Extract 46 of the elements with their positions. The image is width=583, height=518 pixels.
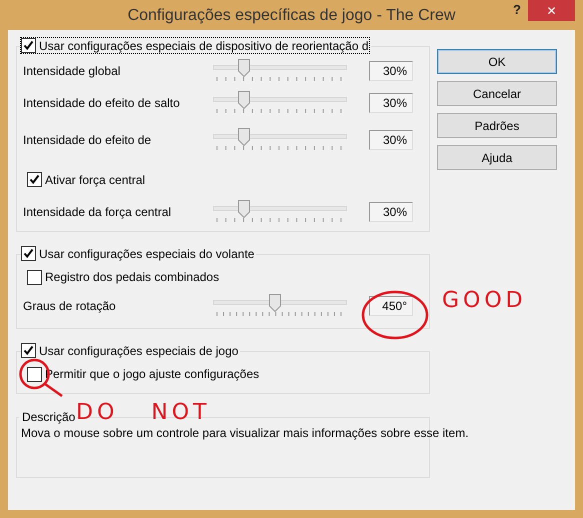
checkbox[interactable]	[21, 246, 36, 261]
slider-label: Intensidade da força central	[23, 205, 172, 219]
checkmark-icon	[23, 40, 34, 51]
checkbox-label: Ativar força central	[45, 172, 146, 186]
slider[interactable]	[213, 128, 347, 152]
slider-label: Intensidade do efeito de	[23, 133, 152, 147]
help-button[interactable]: ?	[513, 2, 521, 17]
slider[interactable]	[213, 58, 347, 82]
checkmark-icon	[23, 345, 34, 356]
window-title: Configurações específicas de jogo - The Crew	[126, 6, 456, 25]
annotation-text: GOOD	[442, 288, 527, 313]
checkbox[interactable]	[21, 38, 36, 53]
checkbox-option[interactable]: Ativar força central	[27, 172, 146, 187]
dialog-button[interactable]: Cancelar	[437, 81, 557, 106]
value-field[interactable]: 450°	[369, 296, 413, 316]
checkmark-icon	[23, 248, 34, 259]
slider-thumb[interactable]	[238, 200, 250, 218]
description-text: Mova o mouse sobre um controle para visualizar mais informações sobre esse item.	[21, 426, 469, 440]
checkbox[interactable]	[27, 270, 42, 284]
close-button[interactable]: ✕	[528, 0, 575, 21]
annotation-circle	[360, 289, 430, 341]
annotation-text: DO NOT	[76, 400, 210, 425]
dialog-button[interactable]: OK	[437, 49, 557, 74]
checkbox[interactable]	[21, 343, 36, 358]
description-title: Descrição	[22, 410, 76, 424]
slider[interactable]	[213, 90, 347, 114]
value-field[interactable]: 30%	[369, 92, 413, 112]
slider-label: Intensidade do efeito de salto	[23, 96, 181, 110]
slider-thumb[interactable]	[238, 128, 250, 146]
slider-label: Intensidade global	[23, 64, 122, 78]
checkbox[interactable]	[27, 366, 42, 382]
slider-thumb[interactable]	[238, 90, 250, 108]
slider[interactable]	[213, 200, 347, 224]
checkbox-label: Registro dos pedais combinados	[45, 270, 220, 284]
checkmark-icon	[29, 174, 40, 185]
value-field[interactable]: 30%	[369, 60, 413, 80]
checkbox[interactable]	[27, 172, 42, 187]
slider-thumb[interactable]	[238, 58, 250, 76]
value-field[interactable]: 30%	[369, 202, 413, 222]
checkbox-option[interactable]: Registro dos pedais combinados	[27, 270, 220, 284]
slider-label: Graus de rotação	[23, 299, 117, 313]
value-field[interactable]: 30%	[369, 130, 413, 150]
slider-thumb[interactable]	[269, 294, 282, 312]
slider[interactable]	[213, 294, 347, 318]
dialog-button[interactable]: Padrões	[437, 113, 557, 138]
dialog-button[interactable]: Ajuda	[437, 145, 557, 170]
